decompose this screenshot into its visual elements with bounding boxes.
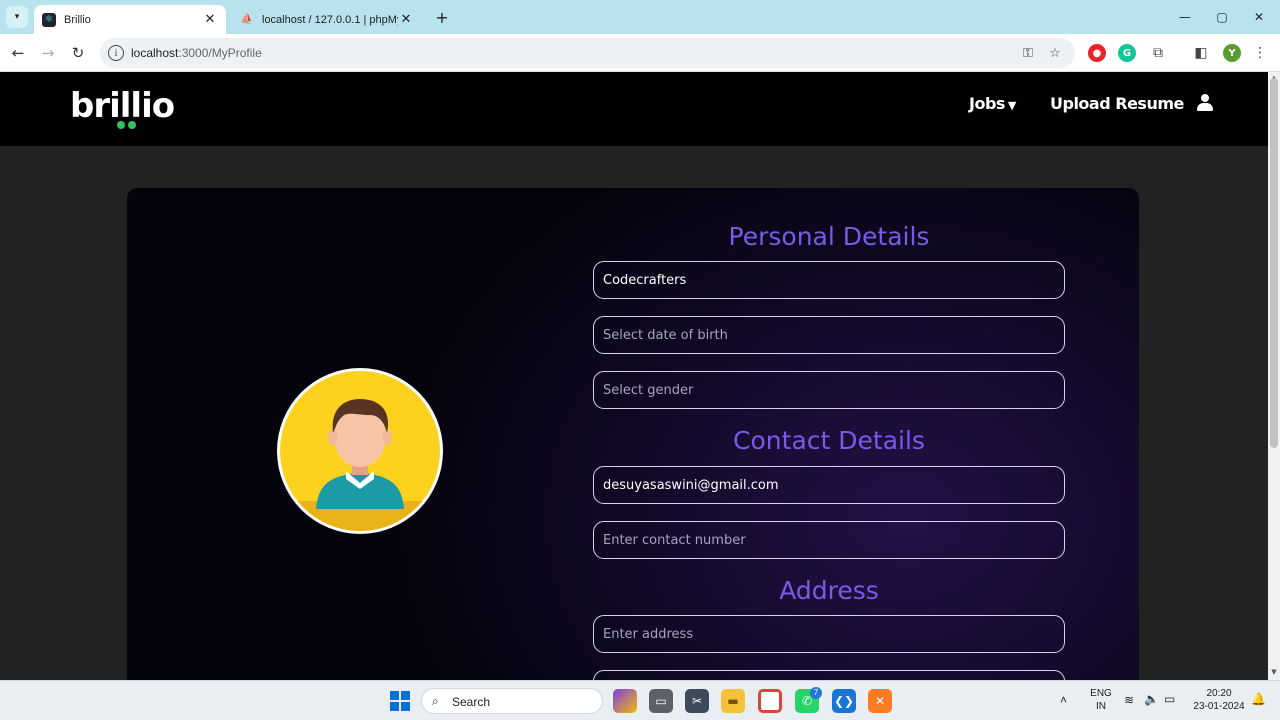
- chrome-icon[interactable]: [758, 689, 782, 713]
- back-icon[interactable]: ←: [7, 42, 29, 64]
- key-icon[interactable]: ⚿: [1020, 45, 1036, 61]
- browser-tab-strip: ▾ ⚛ Brillio ✕ ⛵ localhost / 127.0.0.1 | …: [0, 0, 1280, 34]
- wifi-icon[interactable]: ≋: [1124, 693, 1134, 707]
- tab-search-icon[interactable]: ▾: [6, 6, 28, 28]
- personal-details-heading: Personal Details: [728, 222, 930, 251]
- notification-bell-icon[interactable]: 🔔: [1251, 692, 1266, 706]
- language-top[interactable]: ENG: [1088, 688, 1114, 699]
- next-field-input[interactable]: [593, 670, 1065, 680]
- close-icon[interactable]: ✕: [202, 12, 218, 28]
- browser-toolbar: ← → ↻ i localhost:3000/MyProfile ⚿ ☆ ● G…: [0, 34, 1280, 72]
- task-view-icon[interactable]: ▭: [649, 689, 673, 713]
- dob-input[interactable]: [593, 316, 1065, 354]
- taskbar-search[interactable]: ⌕ Search: [421, 688, 603, 714]
- contact-details-heading: Contact Details: [733, 426, 925, 455]
- windows-start-icon[interactable]: [388, 689, 412, 713]
- more-menu-icon[interactable]: ⋮: [1252, 45, 1268, 61]
- caret-down-icon: ▼: [1007, 99, 1016, 112]
- profile-avatar[interactable]: [277, 368, 443, 534]
- brillio-logo[interactable]: brillio: [70, 86, 175, 126]
- name-input[interactable]: [593, 261, 1065, 299]
- scrollbar-thumb[interactable]: [1270, 78, 1278, 448]
- adblock-extension-icon[interactable]: ●: [1088, 44, 1106, 62]
- address-heading: Address: [779, 576, 879, 605]
- star-icon[interactable]: ☆: [1047, 45, 1063, 61]
- windows-taskbar: ⌕ Search ▭ ✂ ▬ ✆ 7 ❮❯ ✕ ˄ ENG IN ≋ 🔈 ▭ 2…: [0, 680, 1280, 720]
- file-explorer-icon[interactable]: ▬: [721, 689, 745, 713]
- profile-avatar-icon[interactable]: Y: [1223, 44, 1241, 62]
- grammarly-extension-icon[interactable]: G: [1118, 44, 1136, 62]
- url-path: :3000/MyProfile: [178, 46, 262, 60]
- maximize-icon[interactable]: ▢: [1207, 4, 1237, 30]
- side-panel-icon[interactable]: ◧: [1193, 45, 1209, 61]
- reload-icon[interactable]: ↻: [67, 42, 89, 64]
- xampp-icon[interactable]: ✕: [868, 689, 892, 713]
- email-input[interactable]: [593, 466, 1065, 504]
- window-close-icon[interactable]: ✕: [1244, 4, 1274, 30]
- tray-chevron-up-icon[interactable]: ˄: [1060, 693, 1067, 707]
- vscode-icon[interactable]: ❮❯: [832, 689, 856, 713]
- url-host: localhost: [131, 46, 179, 60]
- new-tab-icon[interactable]: +: [432, 7, 452, 27]
- address-input[interactable]: [593, 615, 1065, 653]
- tab-title: localhost / 127.0.0.1 | phpMyAd: [262, 13, 398, 26]
- search-label: Search: [452, 695, 491, 709]
- language-bottom[interactable]: IN: [1088, 701, 1114, 712]
- tab-brillio[interactable]: ⚛ Brillio ✕: [34, 5, 226, 34]
- battery-icon[interactable]: ▭: [1164, 692, 1175, 706]
- tab-phpmyadmin[interactable]: ⛵ localhost / 127.0.0.1 | phpMyAd ✕: [232, 5, 422, 34]
- forward-icon[interactable]: →: [37, 42, 59, 64]
- page-viewport: brillio Jobs ▼ Upload Resume Personal De…: [0, 72, 1268, 680]
- site-navbar: brillio Jobs ▼ Upload Resume: [0, 72, 1268, 146]
- volume-icon[interactable]: 🔈: [1144, 692, 1159, 706]
- clock-time[interactable]: 20:20: [1190, 688, 1248, 699]
- jobs-dropdown[interactable]: Jobs ▼: [969, 94, 1016, 113]
- person-illustration: [280, 399, 440, 531]
- clock-date[interactable]: 23-01-2024: [1190, 701, 1248, 712]
- upload-resume-link[interactable]: Upload Resume: [1050, 94, 1184, 113]
- jobs-label: Jobs: [969, 94, 1005, 113]
- react-icon: ⚛: [42, 12, 56, 27]
- profile-card: Personal Details Contact Details Address: [127, 188, 1139, 680]
- search-icon: ⌕: [432, 694, 439, 708]
- phpmyadmin-icon: ⛵: [240, 14, 254, 25]
- page-scrollbar[interactable]: ▲ ▼: [1268, 72, 1280, 680]
- user-icon[interactable]: [1197, 94, 1213, 112]
- gender-select[interactable]: [593, 371, 1065, 409]
- minimize-icon[interactable]: —: [1170, 4, 1200, 30]
- url-text[interactable]: localhost:3000/MyProfile: [131, 46, 262, 60]
- contact-number-input[interactable]: [593, 521, 1065, 559]
- whatsapp-badge: 7: [810, 687, 822, 699]
- copilot-icon[interactable]: [613, 689, 637, 713]
- tab-title: Brillio: [64, 13, 91, 26]
- scroll-down-icon[interactable]: ▼: [1270, 668, 1278, 676]
- close-icon[interactable]: ✕: [398, 12, 414, 28]
- logo-dots: [117, 121, 136, 129]
- extensions-puzzle-icon[interactable]: ⧉: [1150, 45, 1166, 61]
- site-info-icon[interactable]: i: [108, 45, 124, 61]
- snipping-tool-icon[interactable]: ✂: [685, 689, 709, 713]
- address-bar[interactable]: i localhost:3000/MyProfile ⚿ ☆: [100, 38, 1075, 68]
